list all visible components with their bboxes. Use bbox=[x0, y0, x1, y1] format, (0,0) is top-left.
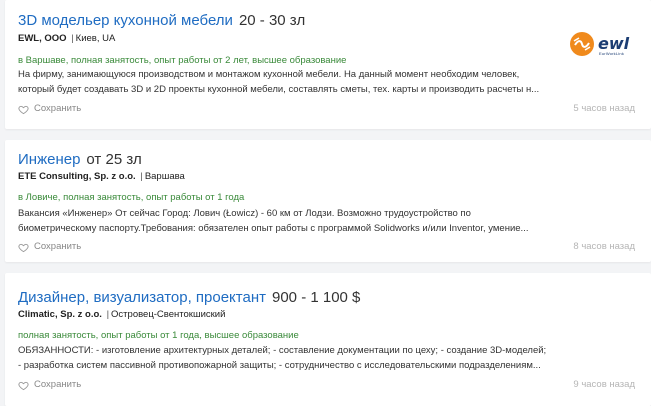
job-description: На фирму, занимающуюся производством и м… bbox=[18, 69, 540, 95]
logo-text: ewl bbox=[598, 34, 630, 53]
posted-time: 8 часов назад bbox=[573, 241, 635, 252]
save-button[interactable]: Сохранить bbox=[18, 103, 81, 115]
job-salary: от 25 зл bbox=[86, 151, 142, 168]
job-title-link[interactable]: Дизайнер, визуализатор, проектант bbox=[18, 289, 266, 306]
save-label: Сохранить bbox=[34, 103, 82, 114]
job-title-link[interactable]: Инженер bbox=[18, 151, 80, 168]
company-line: EWL, ООО | Киев, UA bbox=[18, 33, 115, 45]
job-title-line: Дизайнер, визуализатор, проектант 900 - 1… bbox=[18, 288, 360, 308]
company-name[interactable]: ETE Consulting, Sp. z o.o. bbox=[18, 171, 136, 182]
save-button[interactable]: Сохранить bbox=[18, 241, 81, 253]
job-description: ОБЯЗАННОСТИ: - изготовление архитектурны… bbox=[18, 345, 547, 371]
heart-icon bbox=[18, 243, 29, 252]
heart-icon bbox=[18, 105, 29, 114]
company-city: Островец-Свентокшиский bbox=[111, 309, 226, 320]
company-separator: | bbox=[140, 171, 143, 182]
job-card: Инженер от 25 зл ETE Consulting, Sp. z o.… bbox=[5, 140, 651, 262]
company-name[interactable]: Climatic, Sp. z o.o. bbox=[18, 309, 102, 320]
ewl-logo-icon bbox=[570, 32, 594, 56]
company-logo[interactable]: ewl EurWorkLink bbox=[569, 29, 631, 59]
heart-icon bbox=[18, 381, 29, 390]
job-card: Дизайнер, визуализатор, проектант 900 - 1… bbox=[5, 273, 651, 406]
posted-time: 9 часов назад bbox=[573, 379, 635, 390]
job-meta: в Варшаве, полная занятость, опыт работы… bbox=[18, 55, 347, 66]
logo-subtext: EurWorkLink bbox=[599, 51, 625, 56]
job-salary: 20 - 30 зл bbox=[238, 12, 306, 29]
save-label: Сохранить bbox=[34, 379, 82, 390]
job-title-line: 3D модельер кухонной мебели 20 - 30 зл bbox=[18, 11, 305, 31]
company-separator: | bbox=[106, 309, 110, 320]
company-line: ETE Consulting, Sp. z o.o. | Варшава bbox=[18, 171, 185, 183]
company-name[interactable]: EWL, ООО bbox=[18, 33, 67, 44]
job-card: 3D модельер кухонной мебели 20 - 30 зл EW… bbox=[5, 0, 651, 129]
posted-time: 5 часов назад bbox=[573, 103, 635, 114]
job-salary: 900 - 1 100 $ bbox=[272, 289, 361, 306]
job-title-link[interactable]: 3D модельер кухонной мебели bbox=[18, 12, 233, 29]
job-description: Вакансия «Инженер» От сейчас Город: Лови… bbox=[18, 208, 529, 234]
company-city: Варшава bbox=[144, 171, 185, 182]
company-separator: | bbox=[71, 33, 74, 44]
company-city: Киев, UA bbox=[75, 33, 116, 44]
save-button[interactable]: Сохранить bbox=[18, 379, 81, 391]
save-label: Сохранить bbox=[34, 241, 82, 252]
job-title-line: Инженер от 25 зл bbox=[18, 150, 142, 170]
company-line: Climatic, Sp. z o.o. | Островец-Свентокши… bbox=[18, 309, 225, 321]
job-meta: в Ловиче, полная занятость, опыт работы … bbox=[18, 192, 245, 203]
job-meta: полная занятость, опыт работы от 1 года,… bbox=[18, 330, 299, 341]
